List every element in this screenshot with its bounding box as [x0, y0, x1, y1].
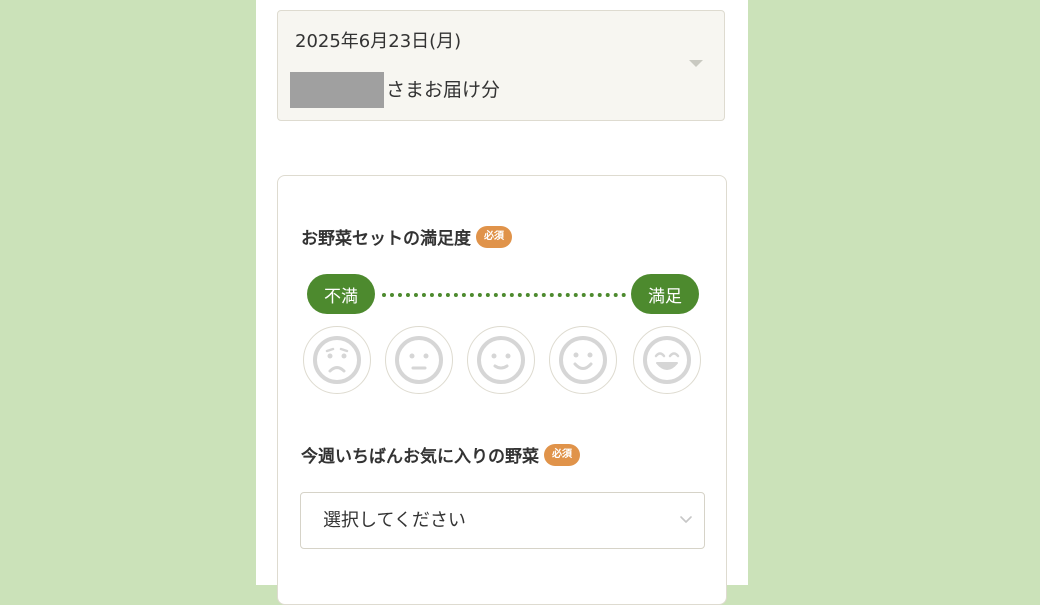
required-badge: 必須 [544, 443, 580, 466]
very-sad-face-icon [313, 336, 361, 384]
rating-face-5[interactable] [633, 326, 701, 394]
scale-dotted-line [382, 293, 626, 297]
scale-low-label: 不満 [307, 274, 375, 314]
required-badge: 必須 [476, 225, 512, 248]
favorite-vegetable-question-label: 今週いちばんお気に入りの野菜 必須 [301, 442, 580, 467]
favorite-vegetable-select[interactable]: 選択してください [300, 492, 705, 549]
smile-face-icon [559, 336, 607, 384]
satisfaction-question-text: お野菜セットの満足度 [301, 229, 471, 249]
delivery-date: 2025年6月23日(月) [295, 31, 462, 52]
chevron-down-icon [680, 516, 692, 523]
caret-down-icon[interactable] [689, 60, 703, 67]
scale-high-label: 満足 [631, 274, 699, 314]
neutral-face-icon [395, 336, 443, 384]
select-placeholder: 選択してください [323, 510, 466, 531]
redacted-recipient-name [290, 72, 384, 108]
rating-face-4[interactable] [549, 326, 617, 394]
rating-face-2[interactable] [385, 326, 453, 394]
recipient-suffix: さまお届け分 [386, 79, 501, 101]
favorite-vegetable-question-text: 今週いちばんお気に入りの野菜 [301, 447, 539, 467]
recipient-row: さまお届け分 [290, 72, 500, 108]
slight-smile-face-icon [477, 336, 525, 384]
happy-face-icon [643, 336, 691, 384]
rating-face-1[interactable] [303, 326, 371, 394]
rating-face-3[interactable] [467, 326, 535, 394]
main-column: 2025年6月23日(月) さまお届け分 お野菜セットの満足度 必須 不満 満足 [256, 0, 748, 605]
satisfaction-question-label: お野菜セットの満足度 必須 [301, 224, 512, 249]
survey-card: お野菜セットの満足度 必須 不満 満足 今週いちばんお気に入りの野菜 必須 選択… [277, 175, 727, 605]
delivery-selector[interactable]: 2025年6月23日(月) さまお届け分 [277, 10, 725, 121]
